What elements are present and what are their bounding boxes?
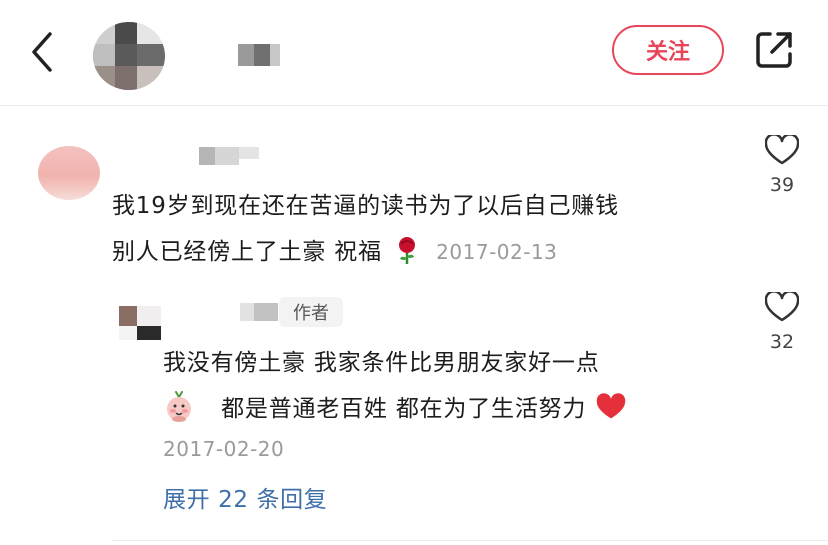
comment-date: 2017-02-13 <box>436 240 558 264</box>
reply-text: 都是普通老百姓 都在为了生活努力 <box>221 396 587 422</box>
follow-button[interactable]: 关注 <box>612 25 724 75</box>
author-badge: 作者 <box>279 297 343 327</box>
comment-text: 别人已经傍上了土豪 祝福 <box>112 239 382 265</box>
top-bar: 关注 <box>0 0 828 106</box>
like-count: 39 <box>769 174 795 196</box>
back-chevron-icon[interactable] <box>24 28 64 76</box>
red-heart-emoji <box>596 393 626 427</box>
commenter-avatar[interactable] <box>38 146 100 200</box>
reply-text-line-1: 我没有傍土豪 我家条件比男朋友家好一点 <box>163 350 600 376</box>
reply-avatar[interactable] <box>119 306 161 340</box>
divider <box>112 540 828 541</box>
avatar[interactable] <box>93 22 165 90</box>
expand-replies-link[interactable]: 展开 22 条回复 <box>163 480 327 514</box>
comment-text-line-1: 我19岁到现在还在苦逼的读书为了以后自己赚钱 <box>112 193 619 219</box>
reply-text-line-2: 都是普通老百姓 都在为了生活努力 <box>163 389 626 429</box>
comment-text-line-2: 别人已经傍上了土豪 祝福 2017-02-13 <box>112 232 557 271</box>
reply-date: 2017-02-20 <box>163 437 285 461</box>
heart-outline-icon[interactable] <box>764 290 800 322</box>
like-count: 32 <box>769 331 795 353</box>
heart-outline-icon[interactable] <box>764 133 800 165</box>
flower-face-emoji <box>163 391 195 429</box>
rose-emoji <box>392 235 422 271</box>
share-external-icon[interactable] <box>752 28 796 72</box>
